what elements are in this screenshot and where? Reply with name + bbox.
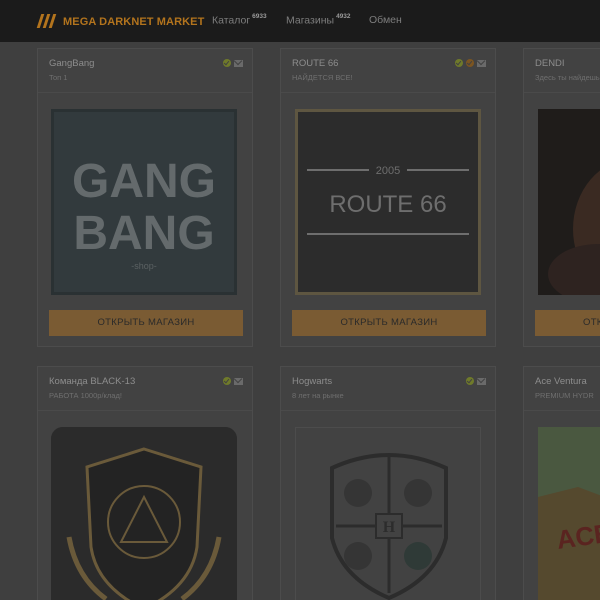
shop-name[interactable]: Hogwarts (292, 376, 332, 387)
shop-card-route66: ROUTE 66 НАЙДЕТСЯ ВСЕ! 2005 ROUTE 66 ОТК… (280, 48, 496, 347)
shop-logo-image[interactable]: H (295, 427, 481, 600)
card-header: Команда BLACK-13 РАБОТА 1000р/клад! (38, 367, 252, 411)
nav-catalog[interactable]: Каталог 6933 (212, 13, 267, 27)
shop-name[interactable]: DENDI (535, 58, 565, 69)
message-envelope-icon[interactable] (234, 60, 243, 67)
gangbang-logo-word-1: GANG (72, 155, 216, 208)
logo-stripes-icon[interactable] (36, 14, 57, 28)
nav-shops-label: Магазины (286, 14, 335, 27)
shop-name[interactable]: GangBang (49, 58, 94, 69)
nav-exchange-label: Обмен (369, 14, 402, 26)
nav-catalog-count: 6933 (252, 13, 267, 20)
shop-card-ace-ventura: Ace Ventura PREMIUM HYDR ACE (523, 366, 600, 600)
gangbang-logo-word-2: BANG (73, 207, 214, 260)
card-header: GangBang Топ 1 (38, 49, 252, 93)
card-header: ROUTE 66 НАЙДЕТСЯ ВСЕ! (281, 49, 495, 93)
trusted-check-icon (466, 59, 474, 67)
open-shop-button[interactable]: ОТКРЫТЬ МАГАЗИН (49, 310, 243, 336)
card-header: Ace Ventura PREMIUM HYDR (524, 367, 600, 411)
nav-shops[interactable]: Магазины 4932 (286, 13, 351, 27)
shop-card-gangbang: GangBang Топ 1 GANG BANG -shop- ОТКРЫТЬ … (37, 48, 253, 347)
route66-logo-year: 2005 (376, 165, 400, 177)
site-brand[interactable]: MEGA DARKNET MARKET (63, 16, 204, 28)
route66-logo-title: ROUTE 66 (329, 191, 446, 218)
nav-exchange[interactable]: Обмен (369, 14, 402, 26)
top-navbar: MEGA DARKNET MARKET Каталог 6933 Магазины… (0, 0, 600, 42)
hogwarts-crest-letter: H (383, 519, 396, 536)
card-header: DENDI Здесь ты найдешь (524, 49, 600, 93)
card-header: Hogwarts 8 лет на рынке (281, 367, 495, 411)
shop-badges (223, 59, 243, 67)
shop-subtitle: 8 лет на рынке (292, 391, 344, 400)
shop-logo-image[interactable]: 2005 ROUTE 66 (295, 109, 481, 295)
verified-check-icon (223, 59, 231, 67)
message-envelope-icon[interactable] (234, 378, 243, 385)
open-shop-button[interactable]: ОТК (535, 310, 600, 336)
shop-subtitle: РАБОТА 1000р/клад! (49, 391, 122, 400)
shop-subtitle: PREMIUM HYDR (535, 391, 594, 400)
verified-check-icon (466, 377, 474, 385)
message-envelope-icon[interactable] (477, 60, 486, 67)
shop-card-black13: Команда BLACK-13 РАБОТА 1000р/клад! (37, 366, 253, 600)
shop-logo-image[interactable]: GANG BANG -shop- (51, 109, 237, 295)
shop-card-hogwarts: Hogwarts 8 лет на рынке H (280, 366, 496, 600)
message-envelope-icon[interactable] (477, 378, 486, 385)
shop-name[interactable]: Ace Ventura (535, 376, 587, 387)
shop-logo-image[interactable] (51, 427, 237, 600)
verified-check-icon (455, 59, 463, 67)
nav-shops-count: 4932 (336, 13, 351, 20)
shop-badges (455, 59, 486, 67)
shop-name[interactable]: ROUTE 66 (292, 58, 338, 69)
shop-subtitle: НАЙДЕТСЯ ВСЕ! (292, 73, 353, 82)
nav-catalog-label: Каталог (212, 14, 251, 27)
shop-subtitle: Топ 1 (49, 73, 68, 82)
shop-logo-image[interactable]: ACE (538, 427, 600, 600)
open-shop-button[interactable]: ОТКРЫТЬ МАГАЗИН (292, 310, 486, 336)
shop-name[interactable]: Команда BLACK-13 (49, 376, 135, 387)
shop-subtitle: Здесь ты найдешь (535, 73, 600, 82)
shop-logo-image[interactable] (538, 109, 600, 295)
shop-badges (223, 377, 243, 385)
verified-check-icon (223, 377, 231, 385)
gangbang-logo-shop: -shop- (131, 261, 157, 271)
shop-badges (466, 377, 486, 385)
shop-card-dendi: DENDI Здесь ты найдешь ОТК (523, 48, 600, 347)
